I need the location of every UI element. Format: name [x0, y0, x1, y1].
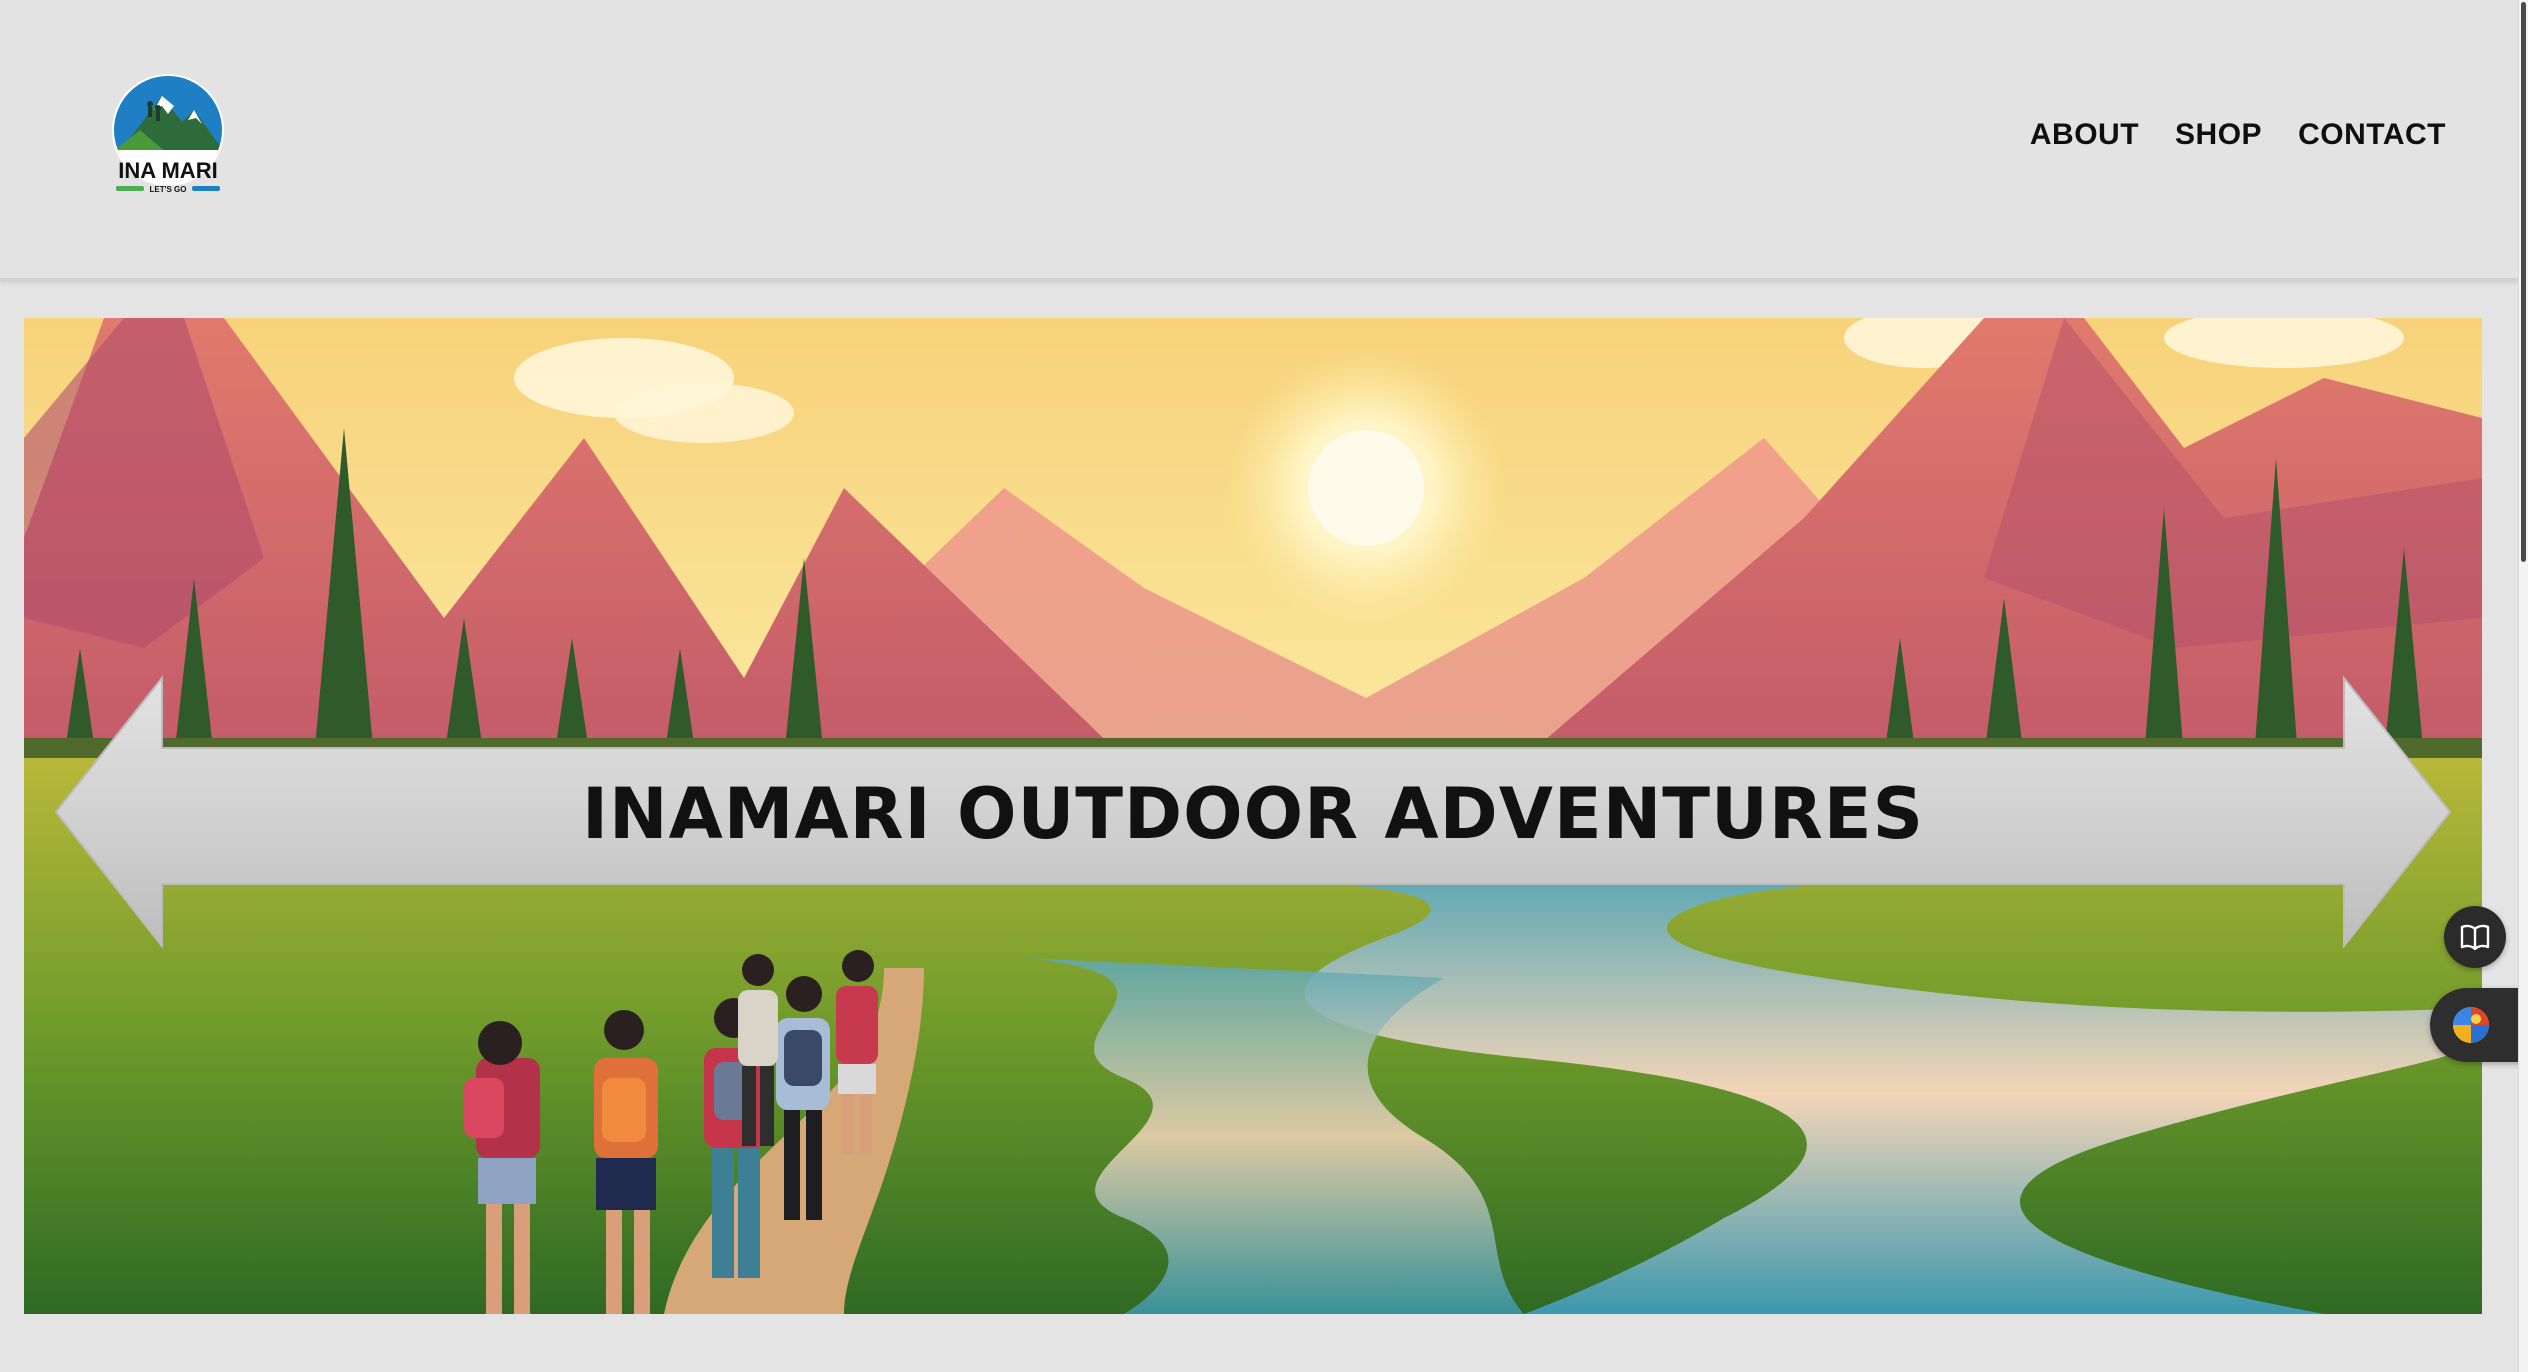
hero-title: INAMARI OUTDOOR ADVENTURES	[581, 773, 1925, 855]
nav-contact[interactable]: CONTACT	[2298, 118, 2446, 152]
svg-text:INA MARI: INA MARI	[118, 158, 217, 183]
open-book-icon	[2460, 924, 2490, 950]
svg-text:LET'S GO: LET'S GO	[149, 185, 186, 194]
page-scrollbar[interactable]	[2518, 0, 2528, 1372]
reader-mode-button[interactable]	[2444, 906, 2506, 968]
nav-about[interactable]: ABOUT	[2030, 118, 2139, 152]
mountain-logo-icon: INA MARI LET'S GO	[112, 74, 224, 194]
site-header: INA MARI LET'S GO ABOUT SHOP CONTACT	[0, 0, 2518, 282]
nav-shop[interactable]: SHOP	[2175, 118, 2262, 152]
site-logo[interactable]: INA MARI LET'S GO	[110, 74, 226, 202]
color-wheel-icon	[2453, 1007, 2489, 1043]
hero-banner: INAMARI OUTDOOR ADVENTURES	[24, 318, 2482, 1314]
scrollbar-thumb[interactable]	[2521, 2, 2526, 562]
main-nav: ABOUT SHOP CONTACT	[2030, 118, 2446, 152]
color-theme-button[interactable]	[2430, 988, 2528, 1062]
